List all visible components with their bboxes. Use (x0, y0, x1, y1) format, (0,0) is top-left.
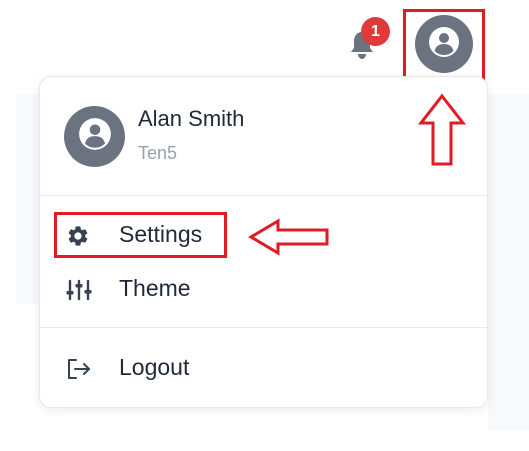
user-organization: Ten5 (138, 143, 178, 163)
notification-badge: 1 (361, 17, 390, 46)
logout-icon (66, 357, 92, 381)
annotation-arrow-left (248, 218, 330, 256)
menu-item-logout[interactable]: Logout (40, 346, 487, 390)
user-circle-icon (427, 25, 461, 64)
menu-item-label: Settings (119, 221, 203, 247)
user-avatar (64, 106, 125, 167)
background-panel-right (488, 94, 529, 430)
sliders-icon (66, 278, 92, 302)
menu-item-label: Logout (119, 354, 190, 380)
gear-icon (66, 224, 92, 248)
user-circle-icon (77, 116, 113, 157)
user-name: Alan Smith (138, 106, 245, 131)
menu-item-label: Theme (119, 275, 191, 301)
page: 1 Alan Smith Ten5 Settings Theme Logout (0, 0, 529, 451)
user-menu-button[interactable] (415, 15, 473, 73)
divider (40, 327, 487, 328)
menu-item-theme[interactable]: Theme (40, 267, 487, 311)
annotation-arrow-up (417, 93, 467, 167)
divider (40, 195, 487, 196)
